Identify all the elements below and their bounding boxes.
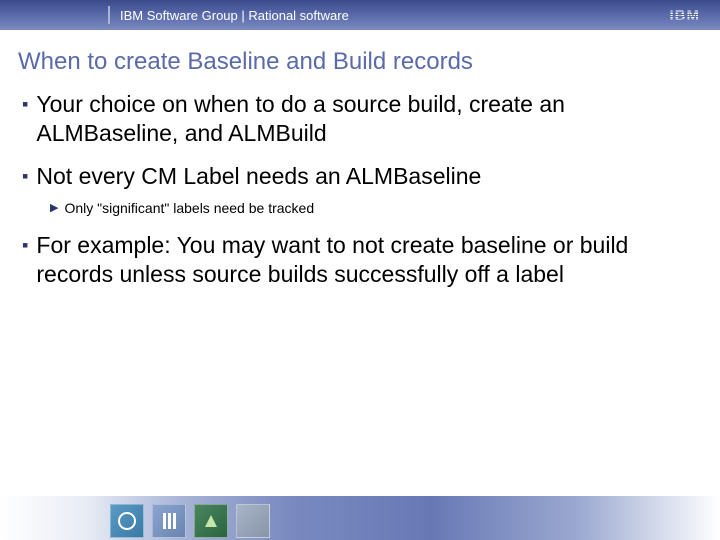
footer-icon-row: [110, 504, 270, 538]
ibm-logo-text: IBM: [670, 8, 701, 23]
bullet-item: ▪ Your choice on when to do a source bui…: [22, 90, 698, 148]
ibm-logo-icon: IBM: [670, 8, 701, 23]
slide-footer: [0, 496, 720, 540]
bullet-text: Not every CM Label needs an ALMBaseline: [36, 162, 481, 191]
footer-people-icon: [194, 504, 228, 538]
sub-bullet-item: ▶ Only "significant" labels need be trac…: [50, 199, 698, 217]
square-bullet-icon: ▪: [22, 90, 28, 118]
footer-grid-icon: [236, 504, 270, 538]
square-bullet-icon: ▪: [22, 162, 28, 190]
square-bullet-icon: ▪: [22, 231, 28, 259]
slide-header: IBM Software Group | Rational software I…: [0, 0, 720, 30]
footer-globe-icon: [110, 504, 144, 538]
header-left-group: IBM Software Group | Rational software: [0, 0, 349, 30]
header-divider: [108, 6, 110, 24]
bullet-item: ▪ Not every CM Label needs an ALMBaselin…: [22, 162, 698, 191]
bullet-text: Your choice on when to do a source build…: [36, 90, 698, 148]
footer-bars-icon: [152, 504, 186, 538]
bullet-item: ▪ For example: You may want to not creat…: [22, 231, 698, 289]
bullet-text: For example: You may want to not create …: [36, 231, 698, 289]
slide-title: When to create Baseline and Build record…: [0, 30, 720, 90]
slide-content: ▪ Your choice on when to do a source bui…: [0, 90, 720, 289]
sub-bullet-text: Only "significant" labels need be tracke…: [64, 199, 314, 217]
header-group-label: IBM Software Group | Rational software: [120, 8, 349, 23]
arrow-bullet-icon: ▶: [50, 199, 58, 217]
